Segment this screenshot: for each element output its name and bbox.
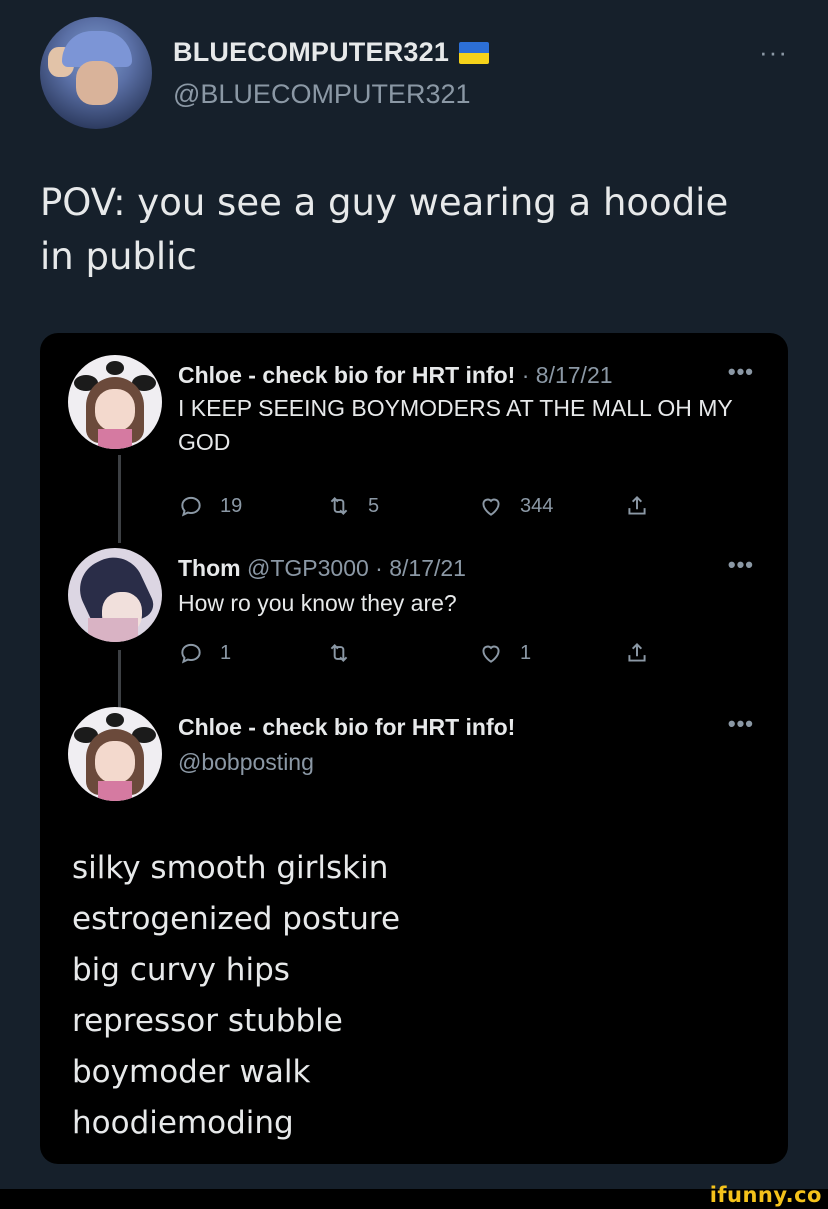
share-icon (628, 495, 646, 515)
avatar-face (95, 741, 135, 783)
list-item: estrogenized posture (72, 901, 401, 937)
reply-text: I KEEP SEEING BOYMODERS AT THE MALL OH M… (178, 395, 733, 455)
share-button (624, 493, 666, 519)
reply-header: Thom @TGP3000 · 8/17/21 (178, 555, 466, 582)
thread-connector (118, 455, 121, 543)
reply-count: 1 (178, 640, 231, 666)
thread-reply-2: Thom @TGP3000 · 8/17/21 ••• How ro you k… (40, 548, 788, 698)
embedded-thread-screenshot: Chloe - check bio for HRT info! · 8/17/2… (40, 333, 788, 1164)
tweet-text-line-1: POV: you see a guy wearing a hoodie (40, 181, 729, 224)
author-name-text[interactable]: BLUECOMPUTER321 (173, 37, 449, 67)
reply-header: Chloe - check bio for HRT info! (178, 714, 515, 741)
thread-reply-1: Chloe - check bio for HRT info! · 8/17/2… (40, 355, 788, 535)
cow-spot (106, 361, 124, 375)
reply-header: Chloe - check bio for HRT info! · 8/17/2… (178, 362, 613, 389)
retweet-count: 5 (326, 493, 379, 519)
avatar-face (76, 61, 118, 105)
list-item: boymoder walk (72, 1054, 311, 1090)
tweet-header: BLUECOMPUTER321 @BLUECOMPUTER321 ··· (40, 17, 788, 129)
reply-text: How ro you know they are? (178, 590, 457, 616)
tweet-text-line-2: in public (40, 235, 197, 278)
list-item: hoodiemoding (72, 1105, 294, 1141)
list-item: big curvy hips (72, 952, 290, 988)
avatar-shirt (88, 618, 138, 642)
heart-icon (482, 498, 500, 516)
reply-more-icon: ••• (727, 552, 754, 577)
like-count: 344 (478, 493, 553, 519)
avatar-shirt (98, 781, 132, 801)
reply-avatar (68, 548, 162, 642)
retweet-icon (330, 497, 348, 515)
list-item: silky smooth girlskin (72, 850, 389, 886)
reply-actions: 1 1 (178, 640, 678, 670)
share-button (624, 640, 666, 666)
reply-avatar (68, 355, 162, 449)
avatar-face (95, 389, 135, 431)
reply-avatar (68, 707, 162, 801)
reply-display-name: Thom (178, 555, 241, 581)
retweet-icon (330, 644, 348, 662)
reply-date: · 8/17/21 (515, 362, 613, 388)
thread-connector (118, 650, 121, 708)
cow-spot (106, 713, 124, 727)
share-icon (628, 642, 646, 662)
reply-display-name: Chloe - check bio for HRT info! (178, 714, 516, 740)
retweet-count (326, 640, 368, 666)
reply-handle: @TGP3000 (240, 555, 369, 581)
reply-more-icon: ••• (727, 711, 754, 736)
reply-icon (181, 496, 201, 517)
author-avatar[interactable] (40, 17, 152, 129)
like-count: 1 (478, 640, 531, 666)
ifunny-watermark: ifunny.co (709, 1183, 822, 1207)
more-options-icon[interactable]: ··· (759, 37, 788, 68)
ukraine-flag-icon (458, 42, 489, 64)
list-item: repressor stubble (72, 1003, 343, 1039)
reply-actions: 19 5 344 (178, 493, 678, 523)
author-handle[interactable]: @BLUECOMPUTER321 (173, 79, 471, 110)
watermark-bar (0, 1189, 828, 1209)
author-display-name[interactable]: BLUECOMPUTER321 (173, 37, 489, 68)
tweet-text: POV: you see a guy wearing a hoodie in p… (40, 176, 800, 284)
reply-display-name: Chloe - check bio for HRT info! (178, 362, 516, 388)
reply-text-list: silky smooth girlskin estrogenized postu… (72, 843, 400, 1149)
reply-handle: @bobposting (178, 749, 314, 775)
avatar-shirt (98, 429, 132, 449)
reply-count: 19 (178, 493, 242, 519)
reply-icon (181, 643, 201, 664)
reply-more-icon: ••• (727, 359, 754, 384)
reply-date: · 8/17/21 (368, 555, 466, 581)
heart-icon (482, 645, 500, 663)
